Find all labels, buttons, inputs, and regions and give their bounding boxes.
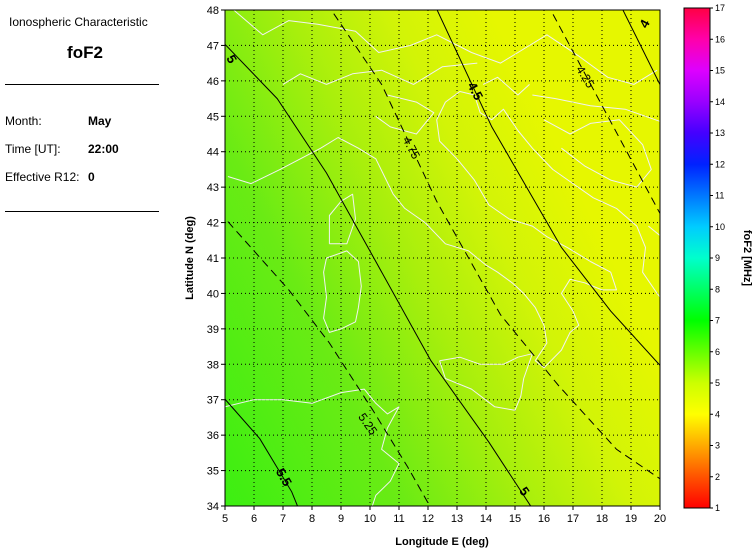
x-tick-label: 12 bbox=[422, 513, 434, 525]
colorbar-tick-label: 8 bbox=[715, 284, 720, 294]
y-tick-label: 38 bbox=[207, 359, 219, 371]
colorbar-tick-label: 17 bbox=[715, 3, 725, 13]
colorbar-tick-label: 13 bbox=[715, 128, 725, 138]
y-tick-label: 35 bbox=[207, 466, 219, 478]
colorbar-tick-label: 10 bbox=[715, 222, 725, 232]
y-tick-label: 45 bbox=[207, 111, 219, 123]
x-tick-label: 16 bbox=[538, 513, 550, 525]
colorbar-tick-label: 5 bbox=[715, 378, 720, 388]
x-axis-label: Longitude E (deg) bbox=[395, 536, 489, 548]
colorbar-ticks: 1234567891011121314151617 bbox=[710, 3, 725, 513]
x-tick-label: 13 bbox=[451, 513, 463, 525]
y-tick-label: 44 bbox=[207, 147, 219, 159]
y-tick-label: 46 bbox=[207, 76, 219, 88]
x-tick-label: 5 bbox=[222, 513, 228, 525]
x-tick-label: 10 bbox=[364, 513, 376, 525]
x-tick-label: 6 bbox=[251, 513, 257, 525]
y-tick-label: 36 bbox=[207, 430, 219, 442]
x-tick-label: 7 bbox=[280, 513, 286, 525]
colorbar-tick-label: 1 bbox=[715, 503, 720, 513]
colorbar-tick-label: 4 bbox=[715, 409, 720, 419]
x-tick-label: 11 bbox=[393, 513, 404, 525]
x-tick-label: 14 bbox=[480, 513, 492, 525]
y-tick-label: 39 bbox=[207, 324, 219, 336]
colorbar-tick-label: 9 bbox=[715, 253, 720, 263]
x-tick-label: 15 bbox=[509, 513, 521, 525]
x-tick-label: 18 bbox=[596, 513, 608, 525]
x-tick-label: 19 bbox=[625, 513, 637, 525]
y-tick-label: 37 bbox=[207, 395, 219, 407]
y-tick-label: 40 bbox=[207, 288, 219, 300]
colorbar-tick-label: 12 bbox=[715, 159, 725, 169]
x-axis-ticks: 5 6 7 8 9 10 11 12 13 14 15 16 17 18 19 20 bbox=[222, 506, 666, 525]
x-tick-label: 8 bbox=[309, 513, 315, 525]
y-tick-label: 43 bbox=[207, 182, 219, 194]
colorbar-tick-label: 15 bbox=[715, 66, 725, 76]
fof2-map: 44.254.54.75555.255.5 5 6 7 8 9 10 11 12 13 14 15 1… bbox=[184, 3, 753, 548]
colorbar-tick-label: 2 bbox=[715, 472, 720, 482]
x-tick-label: 17 bbox=[567, 513, 579, 525]
y-tick-label: 41 bbox=[207, 253, 219, 265]
colorbar-title: foF2 [MHz] bbox=[741, 230, 753, 287]
x-tick-label: 20 bbox=[654, 513, 666, 525]
x-tick-label: 9 bbox=[338, 513, 344, 525]
colorbar-tick-label: 16 bbox=[715, 34, 725, 44]
y-tick-label: 47 bbox=[207, 40, 219, 52]
colorbar-tick-label: 11 bbox=[715, 191, 724, 201]
colorbar-tick-label: 14 bbox=[715, 97, 725, 107]
y-axis-label: Latitude N (deg) bbox=[184, 216, 196, 300]
y-axis-ticks: 34 35 36 37 38 39 40 41 42 43 44 45 46 47 48 bbox=[207, 5, 225, 513]
y-tick-label: 42 bbox=[207, 218, 219, 230]
colorbar-tick-label: 7 bbox=[715, 316, 720, 326]
colorbar-tick-label: 3 bbox=[715, 441, 720, 451]
colorbar-tick-label: 6 bbox=[715, 347, 720, 357]
colorbar bbox=[683, 7, 711, 509]
y-tick-label: 34 bbox=[207, 501, 219, 513]
y-tick-label: 48 bbox=[207, 5, 219, 17]
